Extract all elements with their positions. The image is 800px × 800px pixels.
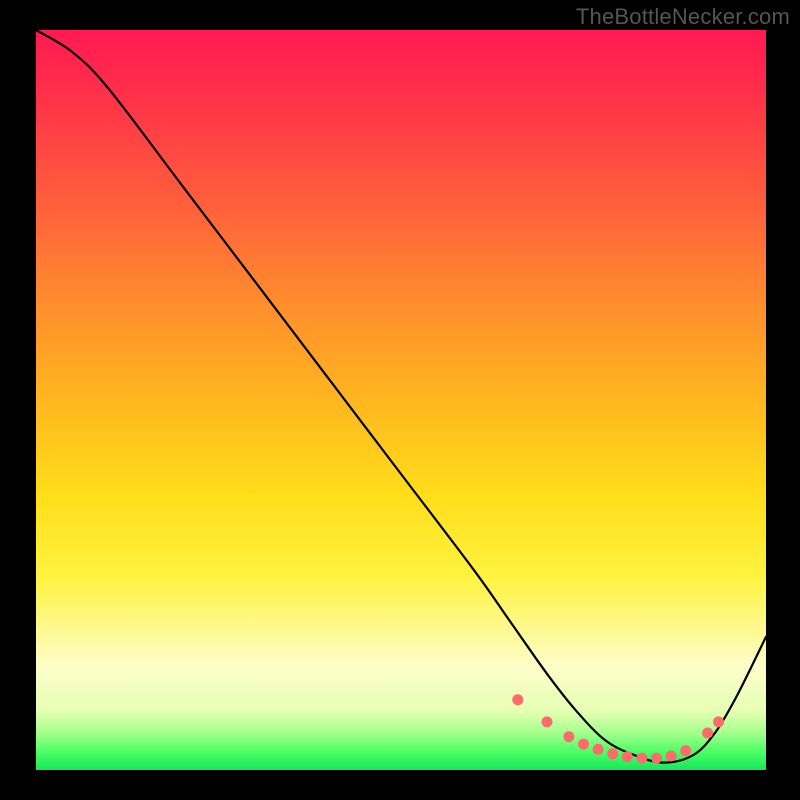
trough-marker	[578, 739, 589, 750]
chart-frame: TheBottleNecker.com	[0, 0, 800, 800]
trough-marker	[713, 716, 724, 727]
trough-marker	[636, 753, 647, 764]
trough-marker	[607, 748, 618, 759]
trough-marker	[651, 753, 662, 764]
trough-marker	[563, 731, 574, 742]
trough-marker	[512, 694, 523, 705]
watermark-text: TheBottleNecker.com	[576, 4, 790, 30]
trough-marker	[666, 750, 677, 761]
trough-marker	[680, 745, 691, 756]
trough-marker	[542, 716, 553, 727]
curve-layer	[36, 30, 766, 770]
trough-markers	[512, 694, 724, 763]
trough-marker	[622, 751, 633, 762]
trough-marker	[593, 744, 604, 755]
main-curve	[36, 30, 766, 763]
plot-area	[36, 30, 766, 770]
trough-marker	[702, 728, 713, 739]
